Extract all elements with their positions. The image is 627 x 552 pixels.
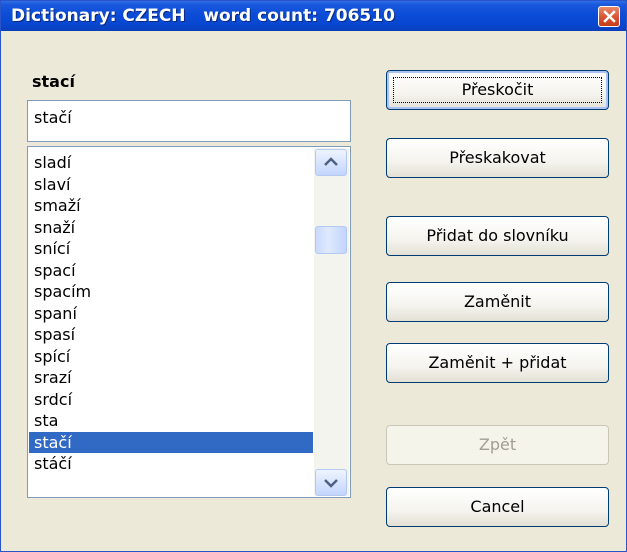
- skip-all-button-label: Přeskakovat: [449, 148, 546, 167]
- vertical-scrollbar[interactable]: [314, 148, 349, 496]
- list-item[interactable]: snaží: [29, 217, 313, 239]
- focus-rectangle: [393, 77, 602, 103]
- suggestions-list[interactable]: sladí slaví smaží snaží snící spací spacím span…: [27, 146, 351, 498]
- list-item[interactable]: srdcí: [29, 389, 313, 411]
- close-icon: [603, 10, 616, 23]
- list-item[interactable]: snící: [29, 238, 313, 260]
- chevron-down-icon: [324, 479, 338, 488]
- list-item[interactable]: spacím: [29, 281, 313, 303]
- title-bar[interactable]: Dictionary: CZECH word count: 706510: [1, 1, 626, 31]
- scroll-down-button[interactable]: [315, 469, 347, 496]
- scroll-up-button[interactable]: [315, 149, 347, 176]
- list-item[interactable]: spící: [29, 346, 313, 368]
- list-item[interactable]: sta: [29, 410, 313, 432]
- cancel-button[interactable]: Cancel: [386, 487, 609, 527]
- list-item[interactable]: srazí: [29, 367, 313, 389]
- list-item[interactable]: spací: [29, 260, 313, 282]
- replace-button-label: Zaměnit: [463, 292, 532, 311]
- list-item[interactable]: stáčí: [29, 453, 313, 475]
- close-button[interactable]: [598, 6, 620, 27]
- undo-button: Zpět: [386, 425, 609, 465]
- list-item[interactable]: smaží: [29, 195, 313, 217]
- list-item[interactable]: spasí: [29, 324, 313, 346]
- list-item[interactable]: sladí: [29, 152, 313, 174]
- cancel-button-label: Cancel: [470, 497, 525, 516]
- skip-button[interactable]: Přeskočit: [386, 70, 609, 110]
- chevron-up-icon: [324, 157, 338, 166]
- add-to-dictionary-button[interactable]: Přidat do slovníku: [386, 216, 609, 256]
- window-title: Dictionary: CZECH word count: 706510: [11, 6, 395, 26]
- dictionary-dialog: Dictionary: CZECH word count: 706510 sta…: [0, 0, 627, 552]
- add-button-label: Přidat do slovníku: [426, 226, 569, 245]
- undo-button-label: Zpět: [478, 435, 517, 454]
- replacement-input[interactable]: stačí: [27, 100, 351, 142]
- replace-and-add-button[interactable]: Zaměnit + přidat: [386, 343, 609, 383]
- list-item[interactable]: spaní: [29, 303, 313, 325]
- list-item[interactable]: stačí: [29, 431, 313, 453]
- replace-button[interactable]: Zaměnit: [386, 282, 609, 322]
- list-item[interactable]: slaví: [29, 174, 313, 196]
- skip-all-button[interactable]: Přeskakovat: [386, 138, 609, 178]
- misspelled-word-label: stací: [32, 72, 75, 91]
- replace-add-button-label: Zaměnit + přidat: [428, 353, 567, 372]
- scroll-thumb[interactable]: [315, 226, 347, 254]
